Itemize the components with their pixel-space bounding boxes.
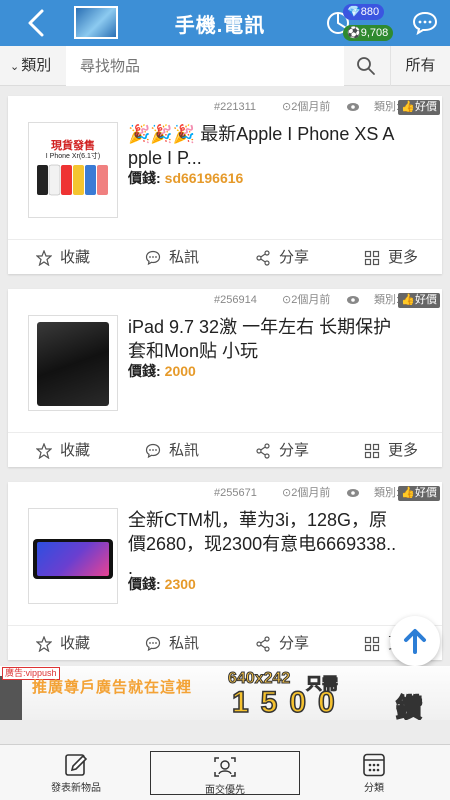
post-item-label: 發表新物品 bbox=[51, 783, 101, 794]
phone-photo bbox=[33, 539, 113, 579]
post-id: #256914 bbox=[214, 294, 257, 306]
post-time: ⊙2個月前 bbox=[282, 487, 331, 499]
image-model-text: I Phone Xr(6.1寸) bbox=[45, 153, 101, 160]
category-nav-label: 分類 bbox=[364, 783, 384, 794]
diamond-badge: 💎880 bbox=[343, 4, 385, 20]
category-label: 類別: bbox=[374, 294, 400, 306]
listing-card[interactable]: #255671 ⊙2個月前 類別: 👍好價 全新CTM机，華为3i，128G，原… bbox=[8, 482, 442, 660]
coin-icon: ⚽ bbox=[347, 27, 361, 39]
page-title: 手機.電訊 bbox=[174, 15, 266, 37]
listing-image[interactable] bbox=[28, 315, 118, 411]
clock-icon: ⊙ bbox=[282, 487, 292, 499]
ad-unit: 鑽 bbox=[395, 692, 423, 720]
good-price-tag: 👍好價 bbox=[398, 293, 440, 308]
tablet-photo bbox=[37, 322, 109, 406]
face-scan-icon bbox=[214, 757, 236, 777]
scroll-to-top-button[interactable] bbox=[390, 616, 440, 666]
star-icon bbox=[36, 443, 52, 459]
message-icon bbox=[145, 443, 161, 459]
view-count-icon bbox=[347, 489, 359, 497]
category-dropdown[interactable]: ⌄ 類別 bbox=[0, 46, 66, 86]
listing-price: 價錢: 2300 bbox=[128, 576, 196, 592]
category-dropdown-label: 類別 bbox=[21, 57, 52, 74]
listing-card[interactable]: #221311 ⊙2個月前 類別: 👍好價 現貨發售 I Phone Xr(6.… bbox=[8, 96, 442, 274]
clock-icon: ⊙ bbox=[282, 101, 292, 113]
listing-title[interactable]: 🎉🎉🎉 最新Apple I Phone XS A pple I P... bbox=[128, 122, 428, 170]
listing-image[interactable] bbox=[28, 508, 118, 604]
listing-actions: 收藏 私訊 分享 更多 bbox=[8, 432, 442, 467]
face-to-face-label: 面交優先 bbox=[205, 785, 245, 796]
listing-actions: 收藏 私訊 分享 更多 bbox=[8, 239, 442, 274]
search-input[interactable] bbox=[66, 46, 344, 86]
edit-icon bbox=[65, 754, 88, 776]
listing-title[interactable]: iPad 9.7 32激 一年左右 长期保护 套和Mon贴 小玩 bbox=[128, 315, 428, 363]
star-icon bbox=[36, 636, 52, 652]
category-label: 類別: bbox=[374, 487, 400, 499]
listing-price: 價錢: sd66196616 bbox=[128, 170, 244, 186]
listing-card[interactable]: #256914 ⊙2個月前 類別: 👍好價 iPad 9.7 32激 一年左右 … bbox=[8, 289, 442, 467]
search-bar: ⌄類別 所有 bbox=[0, 46, 450, 86]
view-count-icon bbox=[347, 296, 359, 304]
post-time: ⊙2個月前 bbox=[282, 101, 331, 113]
clock-icon: ⊙ bbox=[282, 294, 292, 306]
ad-amount: 1500 bbox=[231, 685, 347, 720]
thumbs-up-icon: 👍 bbox=[401, 101, 415, 113]
listing-meta: #255671 ⊙2個月前 類別: 👍好價 bbox=[214, 484, 442, 502]
category-label: 類別: bbox=[374, 101, 400, 113]
phone-colors-graphic bbox=[37, 164, 108, 196]
thumbs-up-icon: 👍 bbox=[401, 487, 415, 499]
share-icon bbox=[256, 443, 270, 459]
message-icon bbox=[145, 636, 161, 652]
listing-actions: 收藏 私訊 分享 更多 bbox=[8, 625, 442, 660]
coin-badge: ⚽9,708 bbox=[343, 25, 394, 41]
listing-meta: #256914 ⊙2個月前 類別: 👍好價 bbox=[214, 291, 442, 309]
diamond-icon: 💎 bbox=[347, 6, 361, 18]
all-filter-button[interactable]: 所有 bbox=[390, 46, 450, 86]
coin-count: 9,708 bbox=[360, 27, 389, 39]
chat-icon[interactable] bbox=[412, 11, 438, 35]
ad-text: 推廣尊戶廣告就在這裡 bbox=[32, 679, 193, 696]
grid-icon bbox=[364, 250, 380, 266]
good-price-tag: 👍好價 bbox=[398, 486, 440, 501]
thumbs-up-icon: 👍 bbox=[401, 294, 415, 306]
post-time: ⊙2個月前 bbox=[282, 294, 331, 306]
chevron-down-icon: ⌄ bbox=[10, 61, 20, 73]
post-id: #221311 bbox=[214, 101, 257, 113]
listing-title[interactable]: 全新CTM机，華为3i，128G，原 價2680，现2300有意电6669338… bbox=[128, 508, 428, 580]
category-nav-button[interactable]: 分類 bbox=[334, 745, 414, 800]
listing-price: 價錢: 2000 bbox=[128, 363, 196, 379]
post-id: #255671 bbox=[214, 487, 257, 499]
arrow-up-icon bbox=[404, 629, 426, 654]
category-thumbnail bbox=[74, 6, 118, 39]
share-icon bbox=[256, 250, 270, 266]
top-bar: 手機.電訊 💎880 ⚽9,708 bbox=[0, 0, 450, 46]
category-grid-icon bbox=[363, 753, 385, 777]
diamond-count: 880 bbox=[360, 6, 380, 18]
message-icon bbox=[145, 250, 161, 266]
back-arrow-icon[interactable] bbox=[22, 8, 52, 38]
post-item-button[interactable]: 發表新物品 bbox=[36, 745, 116, 800]
listing-image[interactable]: 現貨發售 I Phone Xr(6.1寸) bbox=[28, 122, 118, 218]
listing-meta: #221311 ⊙2個月前 類別: 👍好價 bbox=[214, 98, 442, 116]
grid-icon bbox=[364, 443, 380, 459]
ad-banner[interactable]: 廣告:vippush 推廣尊戶廣告就在這裡 640x242 只需 1500 鑽 bbox=[0, 666, 450, 720]
face-to-face-button[interactable]: 面交優先 bbox=[150, 751, 300, 796]
share-icon bbox=[256, 636, 270, 652]
search-icon[interactable] bbox=[356, 56, 376, 76]
grid-icon bbox=[364, 636, 380, 652]
good-price-tag: 👍好價 bbox=[398, 100, 440, 115]
view-count-icon bbox=[347, 103, 359, 111]
bottom-nav: 發表新物品 面交優先 分類 bbox=[0, 744, 450, 800]
star-icon bbox=[36, 250, 52, 266]
